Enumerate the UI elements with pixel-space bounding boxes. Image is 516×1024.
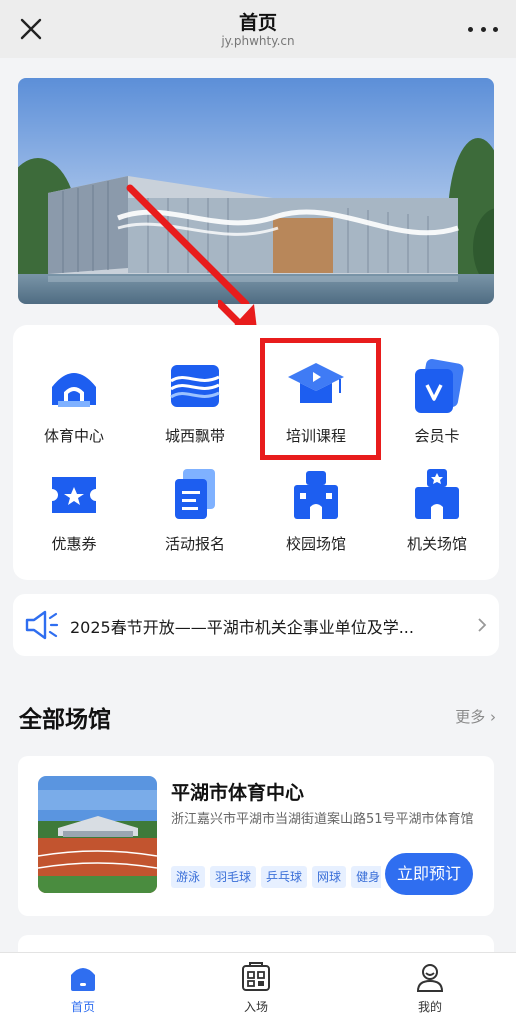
venue-tag: 羽毛球 (210, 866, 257, 888)
grid-item-campus-venue[interactable]: 校园场馆 (261, 465, 371, 565)
grid-label: 体育中心 (43, 427, 104, 445)
top-bar: 首页 jy.phwhty.cn (0, 0, 516, 58)
venue-tag: 网球 (312, 866, 347, 888)
entry-code-icon (242, 962, 270, 991)
grid-label: 会员卡 (414, 427, 460, 445)
government-venue-icon (415, 469, 459, 519)
tab-label: 我的 (417, 1000, 442, 1014)
highlight-box (260, 338, 381, 460)
more-label: 更多 (455, 708, 486, 726)
chevron-right-icon (478, 618, 487, 632)
quick-entry-grid: 体育中心 城西飘带 培训课程 会员卡 优惠券 活动报名 校园场馆 机关场馆 (13, 325, 499, 580)
venue-tag: 健身 (351, 866, 381, 888)
grid-item-coupon[interactable]: 优惠券 (19, 465, 129, 565)
more-link[interactable]: 更多 › (455, 706, 496, 727)
grid-label: 优惠券 (51, 535, 97, 553)
grid-label: 城西飘带 (164, 427, 225, 445)
grid-item-sports-center[interactable]: 体育中心 (19, 357, 129, 457)
grid-label: 活动报名 (164, 535, 225, 553)
section-title: 全部场馆 (19, 707, 111, 733)
venue-photo (38, 776, 157, 893)
home-icon (71, 968, 95, 991)
activity-signup-icon (175, 469, 215, 519)
more-dots-icon[interactable] (468, 18, 498, 40)
ribbon-building-icon (170, 365, 220, 407)
profile-icon (416, 964, 444, 992)
venue-tag: 乒乓球 (261, 866, 308, 888)
coupon-icon (52, 477, 96, 513)
notice-bar[interactable]: 2025春节开放——平湖市机关企事业单位及学... (13, 594, 499, 656)
banner-image[interactable] (18, 78, 494, 304)
tab-home[interactable]: 首页 (23, 953, 143, 1024)
page-title: 首页 (238, 12, 277, 34)
chevron-right-icon: › (485, 708, 496, 726)
venue-card[interactable]: 平湖市体育中心 浙江嘉兴市平湖市当湖街道案山路51号平湖市体育馆 游泳 羽毛球 乒乓… (18, 756, 494, 916)
notice-text: 2025春节开放——平湖市机关企事业单位及学... (70, 618, 414, 637)
tab-label: 入场 (243, 1000, 268, 1014)
grid-label: 校园场馆 (285, 535, 346, 553)
bottom-tab-bar: 首页 入场 我的 (0, 952, 516, 1024)
book-now-button[interactable]: 立即预订 (385, 853, 473, 895)
speaker-icon (25, 610, 59, 640)
tab-profile[interactable]: 我的 (370, 953, 490, 1024)
venue-address: 浙江嘉兴市平湖市当湖街道案山路51号平湖市体育馆 (171, 812, 474, 827)
tab-label: 首页 (70, 1000, 95, 1014)
grid-item-government-venue[interactable]: 机关场馆 (382, 465, 492, 565)
tab-entry[interactable]: 入场 (196, 953, 316, 1024)
grid-item-chengxi-ribbon[interactable]: 城西飘带 (140, 357, 250, 457)
grid-item-member-card[interactable]: 会员卡 (382, 357, 492, 457)
venue-name: 平湖市体育中心 (171, 782, 305, 804)
campus-venue-icon (294, 471, 338, 519)
grid-label: 机关场馆 (406, 535, 467, 553)
venue-tag: 游泳 (171, 866, 206, 888)
grid-item-activity-signup[interactable]: 活动报名 (140, 465, 250, 565)
venue-tags: 游泳 羽毛球 乒乓球 网球 健身 (171, 866, 381, 890)
member-card-icon (415, 358, 464, 413)
page-url: jy.phwhty.cn (221, 34, 295, 48)
stadium-icon (52, 373, 96, 407)
